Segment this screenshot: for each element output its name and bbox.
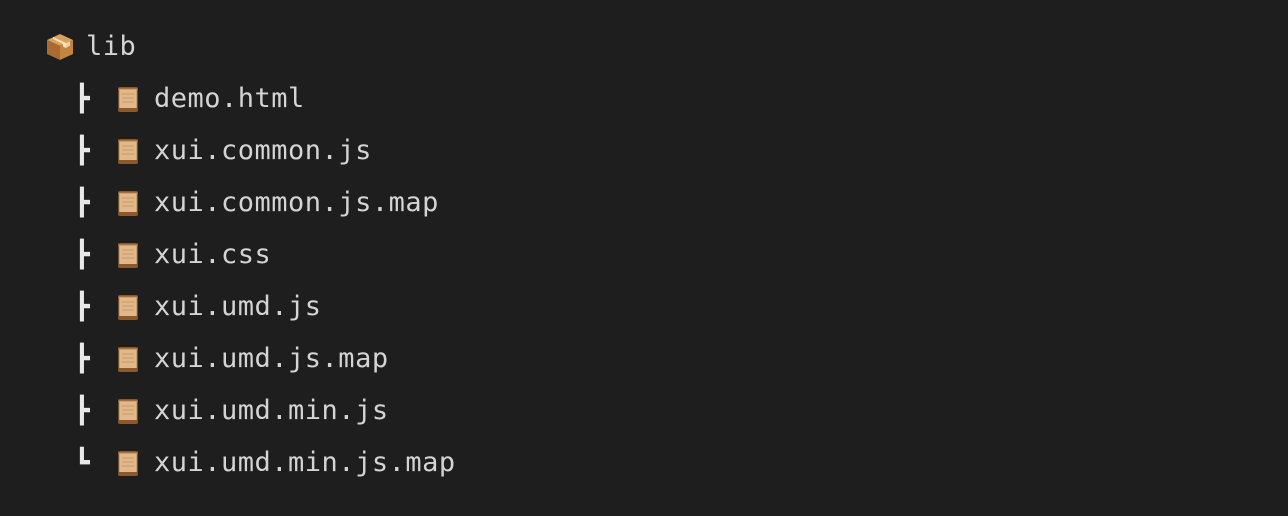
file-name: xui.umd.min.js.map — [154, 447, 456, 478]
scroll-icon — [118, 347, 138, 372]
tree-branch-glyph: ┣ — [74, 188, 90, 218]
scroll-icon — [118, 295, 138, 320]
folder-name: lib — [86, 31, 137, 62]
scroll-icon — [118, 87, 138, 112]
tree-item[interactable]: ┣ xui.umd.js — [44, 281, 456, 333]
tree-item[interactable]: ┣ xui.common.js — [44, 125, 456, 177]
tree-branch-glyph: ┗ — [74, 448, 90, 478]
tree-branch-glyph: ┣ — [74, 240, 90, 270]
tree-item[interactable]: ┣ xui.common.js.map — [44, 177, 456, 229]
scroll-icon — [118, 191, 138, 216]
tree-item[interactable]: ┣ demo.html — [44, 73, 456, 125]
file-name: xui.umd.js — [154, 291, 322, 322]
file-name: xui.umd.js.map — [154, 343, 389, 374]
scroll-icon — [118, 139, 138, 164]
tree-item[interactable]: ┣ xui.umd.js.map — [44, 333, 456, 385]
file-name: xui.common.js.map — [154, 187, 439, 218]
file-name: demo.html — [154, 83, 305, 114]
tree-branch-glyph: ┣ — [74, 344, 90, 374]
scroll-icon — [118, 399, 138, 424]
file-name: xui.css — [154, 239, 272, 270]
scroll-icon — [118, 451, 138, 476]
tree-branch-glyph: ┣ — [74, 292, 90, 322]
scroll-icon — [118, 243, 138, 268]
tree-item[interactable]: ┣ xui.umd.min.js — [44, 385, 456, 437]
tree-branch-glyph: ┣ — [74, 396, 90, 426]
file-tree: lib ┣ demo.html ┣ xui.common.js ┣ xui.common.… — [44, 21, 456, 489]
tree-branch-glyph: ┣ — [74, 136, 90, 166]
tree-root-lib[interactable]: lib — [44, 21, 456, 73]
tree-item[interactable]: ┣ xui.css — [44, 229, 456, 281]
package-icon — [47, 34, 73, 60]
tree-branch-glyph: ┣ — [74, 84, 90, 114]
tree-item[interactable]: ┗ xui.umd.min.js.map — [44, 437, 456, 489]
file-name: xui.umd.min.js — [154, 395, 389, 426]
file-name: xui.common.js — [154, 135, 372, 166]
